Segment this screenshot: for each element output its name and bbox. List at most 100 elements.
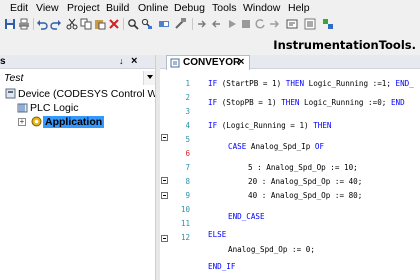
- code-line[interactable]: END_IF: [208, 262, 235, 271]
- code-keyword: CASE: [228, 142, 247, 151]
- toolbar-separator: [192, 18, 193, 30]
- copy-icon[interactable]: [80, 18, 92, 30]
- line-number: 2: [185, 93, 190, 102]
- stop-icon[interactable]: [240, 18, 252, 30]
- find-icon[interactable]: [127, 18, 139, 30]
- menu-bar: Edit View Project Build Online Debug Too…: [0, 0, 420, 16]
- menu-tools[interactable]: Tools: [212, 2, 237, 14]
- close-icon[interactable]: ×: [238, 56, 244, 68]
- code-token: ): [272, 98, 282, 107]
- tree-item-label: Application: [43, 116, 105, 128]
- code-token: (StartPB =: [217, 79, 273, 88]
- login-icon[interactable]: [196, 18, 208, 30]
- menu-online[interactable]: Online: [138, 2, 168, 14]
- menu-edit[interactable]: Edit: [10, 2, 28, 14]
- line-number-gutter: 1 2 3 4 5 6 7 8 9 10 11 12: [160, 71, 200, 280]
- line-number: 1: [185, 79, 190, 88]
- tab-strip: CONVEYOR ×: [160, 55, 420, 70]
- code-line[interactable]: ELSE: [208, 230, 226, 239]
- code-token: Analog_Spd_Ip: [246, 142, 315, 151]
- code-token: : Analog_Spd_Op :=: [252, 163, 345, 172]
- project-selector[interactable]: Test: [0, 71, 155, 85]
- code-line[interactable]: 20 : Analog_Spd_Op := 40;: [248, 177, 362, 186]
- code-keyword: END_: [395, 79, 414, 88]
- code-line[interactable]: IF (StopPB = 1) THEN Logic_Running :=0; …: [208, 98, 405, 107]
- save-icon[interactable]: [4, 18, 16, 30]
- code-token: ): [304, 121, 314, 130]
- fold-toggle-icon[interactable]: [161, 177, 168, 184]
- code-line[interactable]: CASE Analog_Spd_Ip OF: [228, 142, 324, 151]
- find-replace-icon[interactable]: [141, 18, 153, 30]
- code-token: 20: [248, 177, 258, 186]
- tree-item-label: PLC Logic: [30, 102, 79, 114]
- code-line[interactable]: 40 : Analog_Spd_Op := 80;: [248, 191, 362, 200]
- code-line[interactable]: 5 : Analog_Spd_Op := 10;: [248, 163, 358, 172]
- menu-help[interactable]: Help: [288, 2, 310, 14]
- menu-project[interactable]: Project: [67, 2, 100, 14]
- redo-icon[interactable]: [50, 18, 62, 30]
- line-number: 4: [185, 121, 190, 130]
- code-line[interactable]: IF (Logic_Running = 1) THEN: [208, 121, 331, 130]
- plugin-icon[interactable]: [322, 18, 334, 30]
- chevron-down-icon: [147, 75, 153, 79]
- breakpoint-icon[interactable]: [286, 18, 298, 30]
- code-token: ;: [357, 191, 363, 200]
- code-keyword: IF: [208, 98, 218, 107]
- expand-icon[interactable]: +: [18, 118, 26, 126]
- line-number: 11: [180, 219, 190, 228]
- code-token: 40: [348, 177, 358, 186]
- line-number: 7: [185, 163, 190, 172]
- tree-item-device[interactable]: Device (CODESYS Control Win V3): [0, 87, 185, 101]
- tab-conveyor[interactable]: CONVEYOR ×: [166, 55, 250, 70]
- options-icon[interactable]: [304, 18, 316, 30]
- code-token: Logic_Running :=: [304, 79, 382, 88]
- logout-icon[interactable]: [210, 18, 222, 30]
- code-token: ): [276, 79, 286, 88]
- close-icon[interactable]: ×: [131, 55, 137, 67]
- undo-icon[interactable]: [36, 18, 48, 30]
- toolbar-separator: [123, 18, 124, 30]
- code-line[interactable]: END_CASE: [228, 212, 265, 221]
- code-line[interactable]: Analog_Spd_Op := 0;: [228, 245, 315, 254]
- tree-item-application[interactable]: + Application: [0, 115, 155, 129]
- code-token: 10: [344, 163, 354, 172]
- fold-toggle-icon[interactable]: [161, 235, 168, 242]
- code-keyword: IF: [208, 79, 218, 88]
- plc-logic-icon: [17, 102, 28, 113]
- fold-toggle-icon[interactable]: [161, 192, 168, 199]
- delete-icon[interactable]: [108, 18, 120, 30]
- code-keyword: THEN: [313, 121, 332, 130]
- code-keyword: IF: [208, 121, 218, 130]
- paste-icon[interactable]: [94, 18, 106, 30]
- code-token: : Analog_Spd_Op :=: [257, 191, 349, 200]
- toolbar: [0, 16, 420, 32]
- toggle-icon[interactable]: [158, 18, 170, 30]
- pin-icon[interactable]: ↓: [119, 56, 124, 66]
- step-icon[interactable]: [268, 18, 280, 30]
- pou-icon: [170, 58, 180, 68]
- pane-title: s: [0, 56, 6, 67]
- menu-window[interactable]: Window: [243, 2, 280, 14]
- menu-debug[interactable]: Debug: [174, 2, 205, 14]
- line-number: 9: [185, 191, 190, 200]
- code-token: ;: [381, 98, 391, 107]
- menu-view[interactable]: View: [36, 2, 59, 14]
- application-icon: [31, 116, 42, 127]
- start-icon[interactable]: [226, 18, 238, 30]
- reset-icon[interactable]: [254, 18, 266, 30]
- project-name: Test: [4, 72, 24, 84]
- code-token: Logic_Running :=: [299, 98, 378, 107]
- print-icon[interactable]: [18, 18, 30, 30]
- line-number: 5: [185, 135, 190, 144]
- tree-item-plc-logic[interactable]: PLC Logic: [0, 101, 155, 115]
- cut-icon[interactable]: [66, 18, 78, 30]
- menu-build[interactable]: Build: [106, 2, 129, 14]
- dropdown-button[interactable]: [143, 71, 155, 85]
- fold-toggle-icon[interactable]: [161, 134, 168, 141]
- code-editor: CONVEYOR × 1 2 3 4 5 6 7 8 9 10 11 12 IF…: [160, 55, 420, 280]
- code-keyword: THEN: [285, 79, 305, 88]
- build-icon[interactable]: [175, 18, 187, 30]
- line-number: 8: [185, 177, 190, 186]
- code-line[interactable]: IF (StartPB = 1) THEN Logic_Running :=1;…: [208, 79, 414, 88]
- code-token: ;: [310, 245, 315, 254]
